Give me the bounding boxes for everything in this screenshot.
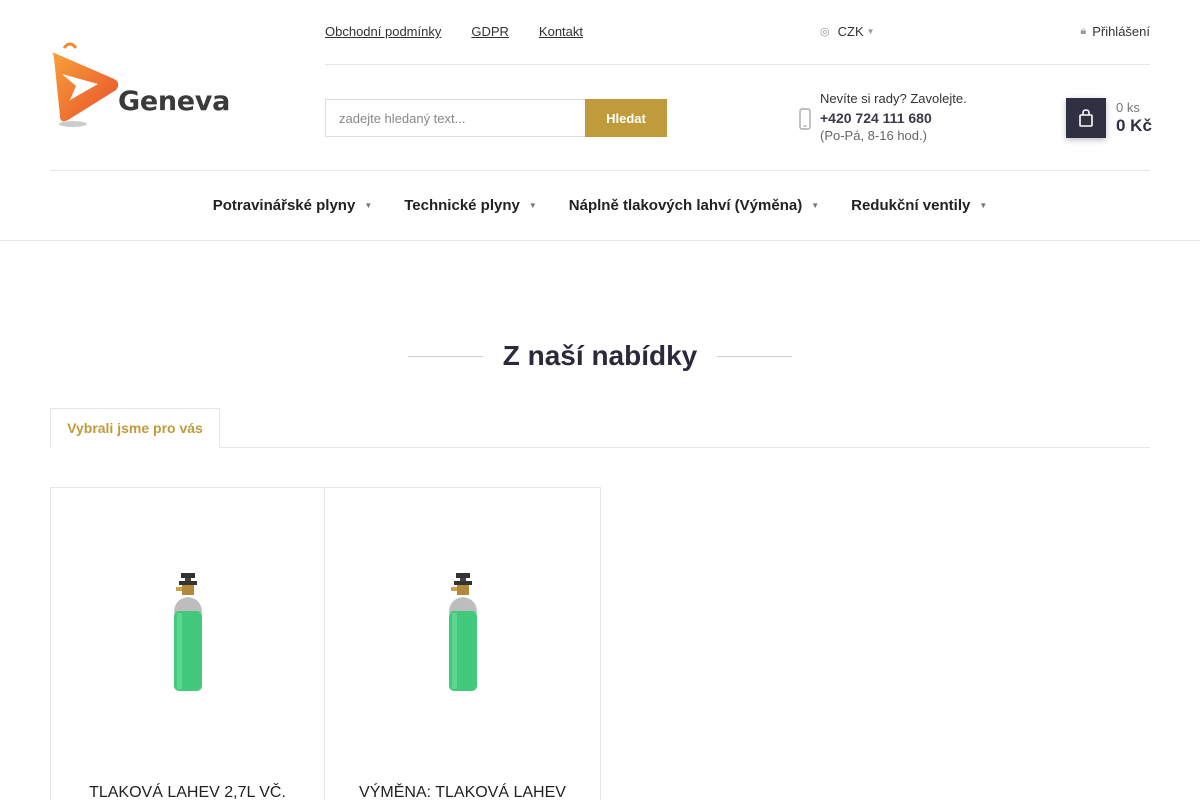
gas-cylinder-icon — [448, 573, 477, 691]
cart-button[interactable] — [1066, 98, 1106, 138]
search-input[interactable] — [325, 99, 585, 137]
help-hours: (Po-Pá, 8-16 hod.) — [820, 128, 927, 143]
login-label: Přihlášení — [1092, 24, 1150, 39]
phone-icon — [799, 108, 811, 130]
search-form: Hledat — [325, 99, 667, 137]
gas-cylinder-icon — [173, 573, 202, 691]
coins-icon: ◎ — [820, 26, 830, 38]
chevron-down-icon: ▼ — [811, 200, 820, 210]
nav-item-food-gases[interactable]: Potravinářské plyny ▼ — [197, 197, 389, 214]
nav-item-refills[interactable]: Náplně tlakových lahví (Výměna) ▼ — [553, 197, 835, 214]
top-links: Obchodní podmínky GDPR Kontakt — [325, 24, 583, 39]
nav-item-label: Technické plyny — [404, 196, 520, 214]
nav-item-regulators[interactable]: Redukční ventily ▼ — [835, 197, 1003, 214]
section-heading: Z naší nabídky — [0, 340, 1200, 372]
nav-item-technical-gases[interactable]: Technické plyny ▼ — [388, 197, 553, 214]
gdpr-link[interactable]: GDPR — [471, 24, 509, 39]
product-name[interactable]: VÝMĚNA: TLAKOVÁ LAHEV — [325, 784, 600, 800]
product-card[interactable]: VÝMĚNA: TLAKOVÁ LAHEV — [325, 487, 601, 800]
nav-item-label: Potravinářské plyny — [212, 196, 356, 214]
tab-recommended[interactable]: Vybrali jsme pro vás — [50, 408, 220, 448]
help-contact: Nevíte si rady? Zavolejte. +420 724 111 … — [820, 90, 967, 146]
chevron-down-icon: ▼ — [364, 200, 373, 210]
product-image[interactable] — [325, 573, 600, 695]
title-line-left — [407, 355, 483, 357]
currency-selector[interactable]: ◎ CZK ▼ — [820, 24, 875, 39]
title-line-right — [717, 355, 793, 357]
chevron-down-icon: ▼ — [979, 200, 988, 210]
help-phone[interactable]: +420 724 111 680 — [820, 109, 967, 128]
product-card[interactable]: TLAKOVÁ LAHEV 2,7L VČ. — [50, 487, 325, 800]
lock-icon: 🔒︎ — [1080, 25, 1087, 37]
chevron-down-icon: ▼ — [866, 27, 875, 36]
cart-summary[interactable]: 0 ks 0 Kč — [1116, 100, 1152, 136]
nav-item-label: Náplně tlakových lahví (Výměna) — [568, 196, 803, 214]
product-image[interactable] — [51, 573, 324, 695]
cart-quantity: 0 ks — [1116, 100, 1140, 115]
currency-value: CZK — [837, 24, 864, 39]
product-grid: TLAKOVÁ LAHEV 2,7L VČ. VÝMĚNA: TLAKOVÁ L… — [50, 487, 601, 800]
cart-total: 0 Kč — [1116, 116, 1152, 135]
contact-link[interactable]: Kontakt — [539, 24, 583, 39]
login-link[interactable]: 🔒︎ Přihlášení — [1080, 24, 1150, 39]
cart-icon — [1079, 109, 1093, 127]
main-nav: Potravinářské plyny ▼ Technické plyny ▼ … — [0, 170, 1200, 240]
nav-item-label: Redukční ventily — [851, 196, 971, 214]
nav-divider-bottom — [0, 240, 1200, 241]
chevron-down-icon: ▼ — [528, 200, 537, 210]
header-divider — [325, 64, 1150, 65]
terms-link[interactable]: Obchodní podmínky — [325, 24, 441, 39]
help-question: Nevíte si rady? Zavolejte. — [820, 91, 967, 106]
search-button[interactable]: Hledat — [585, 99, 667, 137]
brand-name: Geneva — [118, 86, 231, 117]
section-title: Z naší nabídky — [502, 340, 698, 371]
product-name[interactable]: TLAKOVÁ LAHEV 2,7L VČ. — [51, 784, 324, 800]
